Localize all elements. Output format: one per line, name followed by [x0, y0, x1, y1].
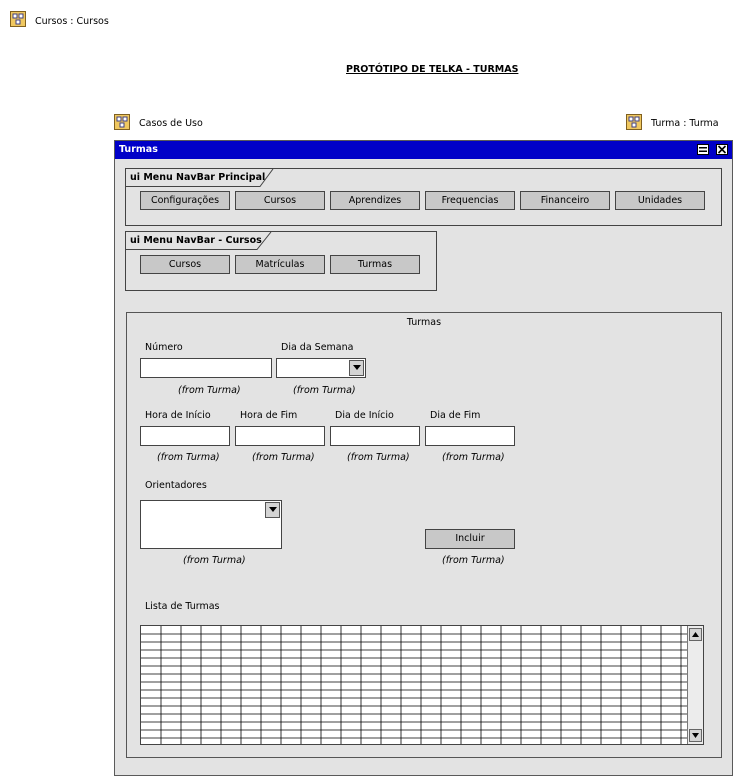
from-turma-note: (from Turma): [293, 385, 356, 396]
nav-turmas-button[interactable]: Turmas: [330, 255, 420, 274]
close-icon[interactable]: [716, 144, 728, 155]
nav-cursos-sub-button[interactable]: Cursos: [140, 255, 230, 274]
package-icon: [10, 11, 26, 27]
nav-frequencias-button[interactable]: Frequencias: [425, 191, 515, 210]
dia-inicio-label: Dia de Início: [335, 410, 394, 421]
dia-semana-select[interactable]: [276, 358, 366, 378]
dia-fim-label: Dia de Fim: [430, 410, 481, 421]
from-turma-note: (from Turma): [252, 452, 315, 463]
top-package-label[interactable]: Cursos : Cursos: [35, 16, 109, 27]
frame-tab: ui Menu NavBar Principal: [126, 169, 274, 187]
nav-configuracoes-button[interactable]: Configurações: [140, 191, 230, 210]
scroll-up-arrow-icon[interactable]: [689, 628, 702, 641]
lista-turmas-grid[interactable]: [140, 625, 704, 745]
orientadores-select[interactable]: [140, 500, 282, 549]
grid-lines: [141, 626, 689, 744]
dia-inicio-input[interactable]: [330, 426, 420, 446]
chevron-down-icon[interactable]: [349, 360, 364, 376]
dia-semana-label: Dia da Semana: [281, 342, 354, 353]
orientadores-label: Orientadores: [145, 480, 207, 491]
from-turma-note: (from Turma): [183, 555, 246, 566]
minimize-icon[interactable]: [697, 144, 709, 155]
form-title: Turmas: [406, 317, 442, 328]
dia-fim-input[interactable]: [425, 426, 515, 446]
scroll-down-arrow-icon[interactable]: [689, 729, 702, 742]
nav-unidades-button[interactable]: Unidades: [615, 191, 705, 210]
numero-label: Número: [145, 342, 183, 353]
diagram-title: PROTÓTIPO DE TELKA - TURMAS: [346, 64, 519, 75]
navbar-principal-frame: ui Menu NavBar Principal Configurações C…: [125, 168, 722, 226]
frame-tab: ui Menu NavBar - Cursos: [126, 232, 272, 250]
from-turma-note: (from Turma): [157, 452, 220, 463]
nav-financeiro-button[interactable]: Financeiro: [520, 191, 610, 210]
turma-package-label[interactable]: Turma : Turma: [651, 118, 719, 129]
incluir-button[interactable]: Incluir: [425, 529, 515, 549]
package-icon: [114, 114, 130, 130]
from-turma-note: (from Turma): [442, 555, 505, 566]
hora-inicio-input[interactable]: [140, 426, 230, 446]
from-turma-note: (from Turma): [442, 452, 505, 463]
nav-aprendizes-button[interactable]: Aprendizes: [330, 191, 420, 210]
navbar-cursos-title: ui Menu NavBar - Cursos: [130, 235, 262, 246]
hora-inicio-label: Hora de Início: [145, 410, 211, 421]
window-titlebar[interactable]: Turmas: [115, 141, 732, 159]
from-turma-note: (from Turma): [347, 452, 410, 463]
turmas-form-panel: Turmas Número Dia da Semana (from Turma)…: [126, 312, 722, 758]
nav-matriculas-button[interactable]: Matrículas: [235, 255, 325, 274]
window-title: Turmas: [119, 144, 158, 155]
package-icon: [626, 114, 642, 130]
lista-turmas-label: Lista de Turmas: [145, 601, 220, 612]
numero-input[interactable]: [140, 358, 272, 378]
hora-fim-label: Hora de Fim: [240, 410, 298, 421]
grid-scrollbar[interactable]: [687, 626, 703, 744]
turmas-window: Turmas ui Menu NavBar Principal Configur…: [114, 140, 733, 776]
navbar-cursos-frame: ui Menu NavBar - Cursos Cursos Matrícula…: [125, 231, 437, 291]
hora-fim-input[interactable]: [235, 426, 325, 446]
nav-cursos-button[interactable]: Cursos: [235, 191, 325, 210]
use-cases-package-label[interactable]: Casos de Uso: [139, 118, 203, 129]
chevron-down-icon[interactable]: [265, 502, 280, 518]
navbar-principal-title: ui Menu NavBar Principal: [130, 172, 266, 183]
from-turma-note: (from Turma): [178, 385, 241, 396]
